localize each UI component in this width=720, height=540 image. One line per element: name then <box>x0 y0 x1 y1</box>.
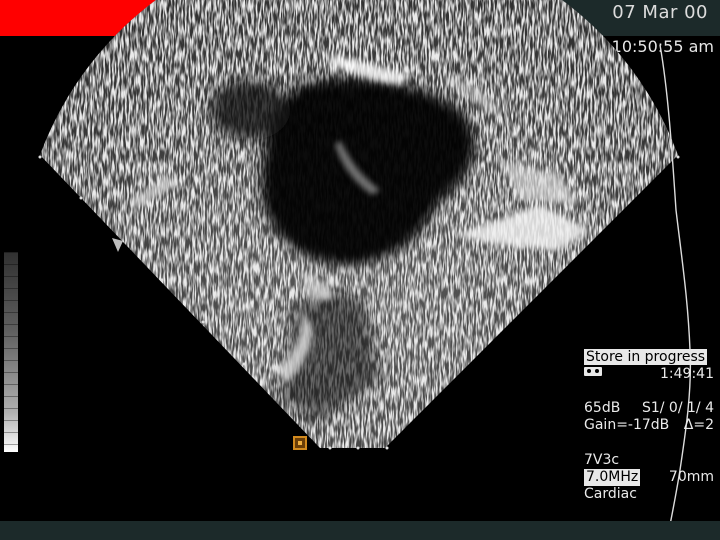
probe-name: 7V3c <box>584 452 620 468</box>
store-status-panel: Store in progress 1:49:41 <box>584 349 714 383</box>
tape-icon <box>584 367 602 376</box>
elapsed-time: 1:49:41 <box>660 366 714 382</box>
orientation-marker-icon <box>293 436 307 450</box>
frequency-label: 7.0MHz <box>584 469 641 486</box>
depth-label: 70mm <box>668 469 714 485</box>
application-label: Cardiac <box>584 486 637 502</box>
bottom-bar <box>0 521 720 540</box>
gain-label: Gain=-17dB <box>584 417 670 433</box>
imaging-params-panel: 65dB S1/ 0/ 1/ 4 Gain=-17dB Δ=2 <box>584 400 714 434</box>
dynamic-range-label: 65dB <box>584 400 621 416</box>
setting-label: S1/ 0/ 1/ 4 <box>641 400 714 416</box>
probe-info-panel: 7V3c 7.0MHz 70mm Cardiac <box>584 452 714 503</box>
store-status-label: Store in progress <box>584 349 708 365</box>
delta-label: Δ=2 <box>683 417 714 433</box>
grey-scale-bar <box>4 252 18 452</box>
